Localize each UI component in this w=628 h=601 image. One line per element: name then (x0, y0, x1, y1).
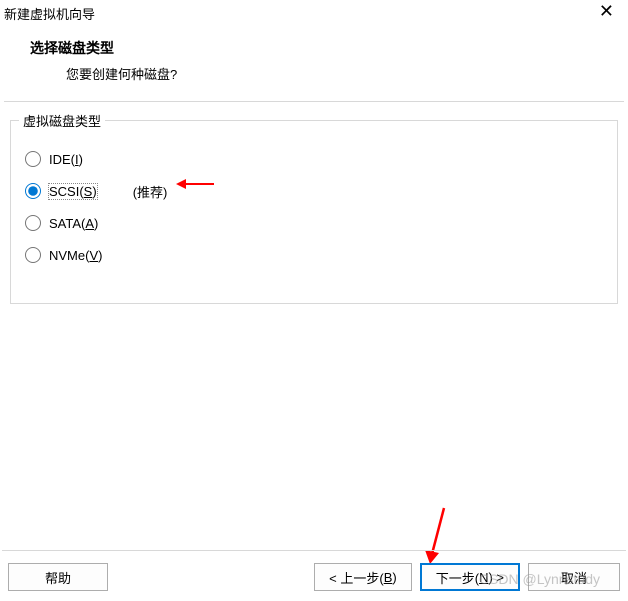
next-button[interactable]: 下一步(N) > (420, 563, 520, 591)
recommended-label: (推荐) (133, 182, 168, 201)
radio-label-scsi[interactable]: SCSI(S) (49, 184, 97, 199)
page-title: 选择磁盘类型 (30, 38, 620, 58)
group-label: 虚拟磁盘类型 (19, 111, 105, 130)
radio-option-scsi[interactable]: SCSI(S) (推荐) (25, 179, 603, 203)
annotation-arrow-icon (418, 506, 458, 566)
footer-bar: 帮助 < 上一步(B) 下一步(N) > 取消 (0, 563, 628, 591)
close-icon[interactable]: ✕ (593, 4, 620, 18)
footer-separator (2, 550, 626, 551)
page-subtitle: 您要创建何种磁盘? (30, 58, 620, 83)
wizard-header: 选择磁盘类型 您要创建何种磁盘? (0, 24, 628, 93)
radio-label-sata[interactable]: SATA(A) (49, 216, 98, 231)
disk-type-group: 虚拟磁盘类型 IDE(I) SCSI(S) (推荐) SATA(A) NVMe(… (10, 120, 618, 304)
help-button[interactable]: 帮助 (8, 563, 108, 591)
header-separator (4, 101, 624, 102)
radio-ide[interactable] (25, 151, 41, 167)
back-button[interactable]: < 上一步(B) (314, 563, 412, 591)
radio-sata[interactable] (25, 215, 41, 231)
radio-scsi[interactable] (25, 183, 41, 199)
radio-option-sata[interactable]: SATA(A) (25, 211, 603, 235)
radio-label-nvme[interactable]: NVMe(V) (49, 248, 102, 263)
radio-option-ide[interactable]: IDE(I) (25, 147, 603, 171)
radio-option-nvme[interactable]: NVMe(V) (25, 243, 603, 267)
radio-nvme[interactable] (25, 247, 41, 263)
cancel-button[interactable]: 取消 (528, 563, 620, 591)
window-title: 新建虚拟机向导 (4, 4, 95, 23)
radio-label-ide[interactable]: IDE(I) (49, 152, 83, 167)
